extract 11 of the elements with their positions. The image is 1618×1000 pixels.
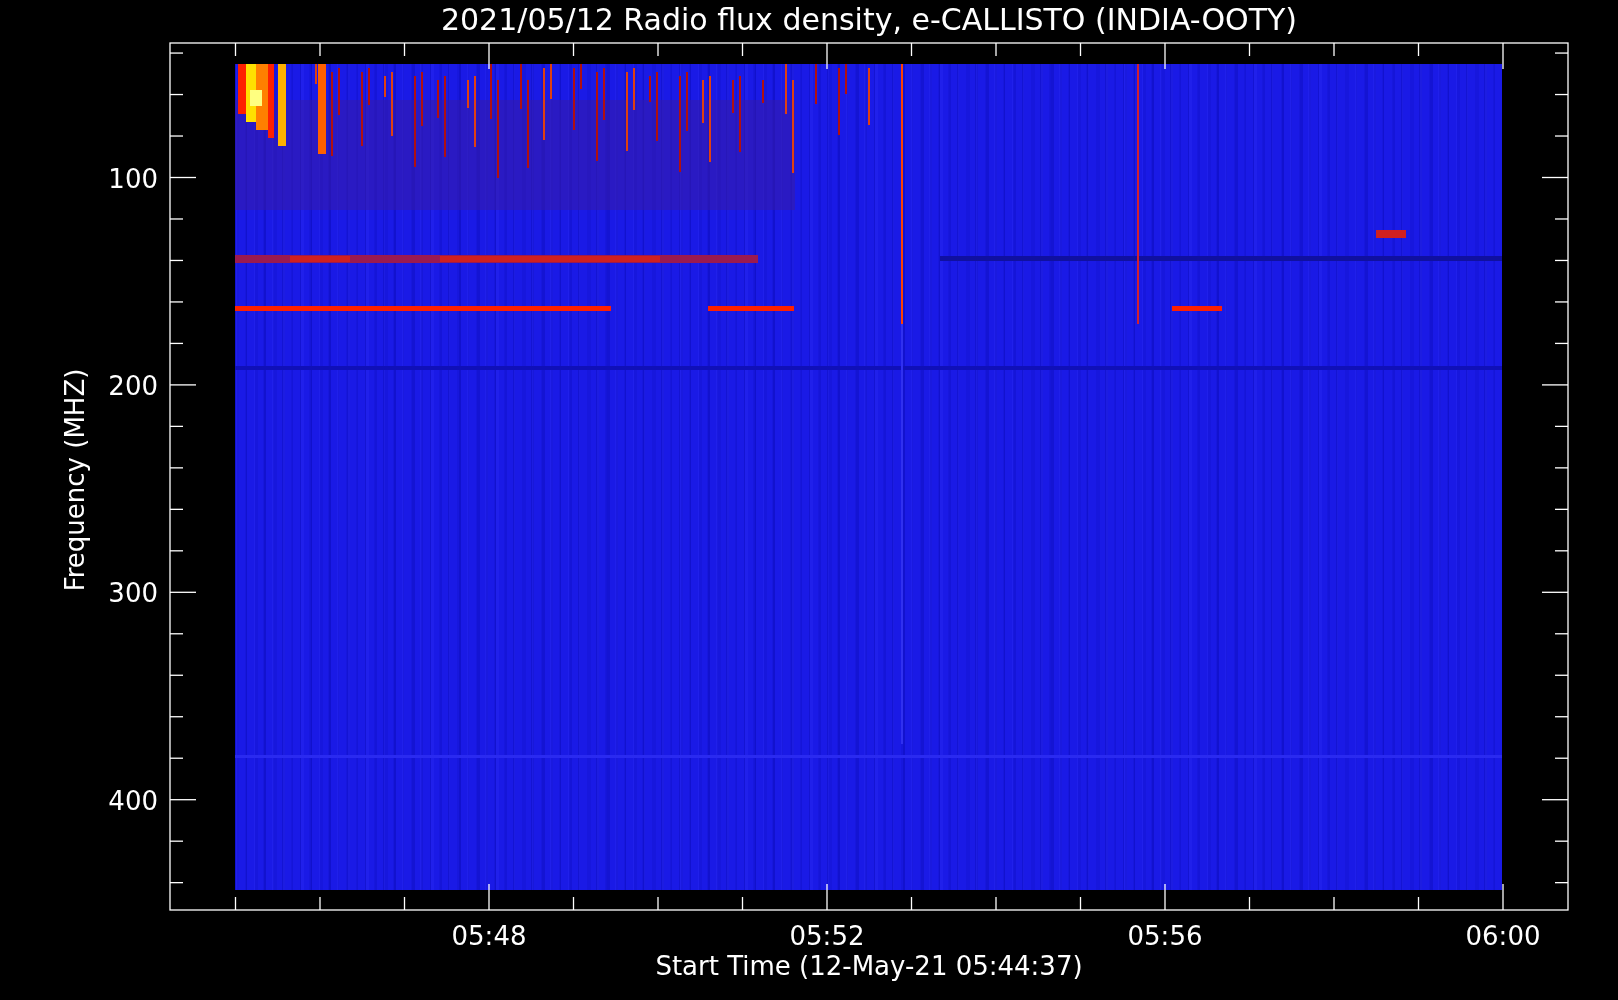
- y-tick-label: 400: [108, 785, 158, 816]
- x-tick-label: 05:56: [1127, 921, 1203, 951]
- y-tick-label: 300: [108, 578, 158, 609]
- y-tick-label: 100: [108, 163, 158, 194]
- x-tick-label: 05:48: [451, 921, 527, 951]
- y-axis-label: Frequency (MHZ): [60, 368, 90, 592]
- x-tick-label: 06:00: [1465, 921, 1541, 951]
- x-tick-label: 05:52: [789, 921, 865, 951]
- chart-title: 2021/05/12 Radio flux density, e-CALLISTO (INDIA-OOTY): [440, 2, 1298, 37]
- x-axis-label: Start Time (12-May-21 05:44:37): [655, 951, 1083, 981]
- y-tick-label: 200: [108, 370, 158, 401]
